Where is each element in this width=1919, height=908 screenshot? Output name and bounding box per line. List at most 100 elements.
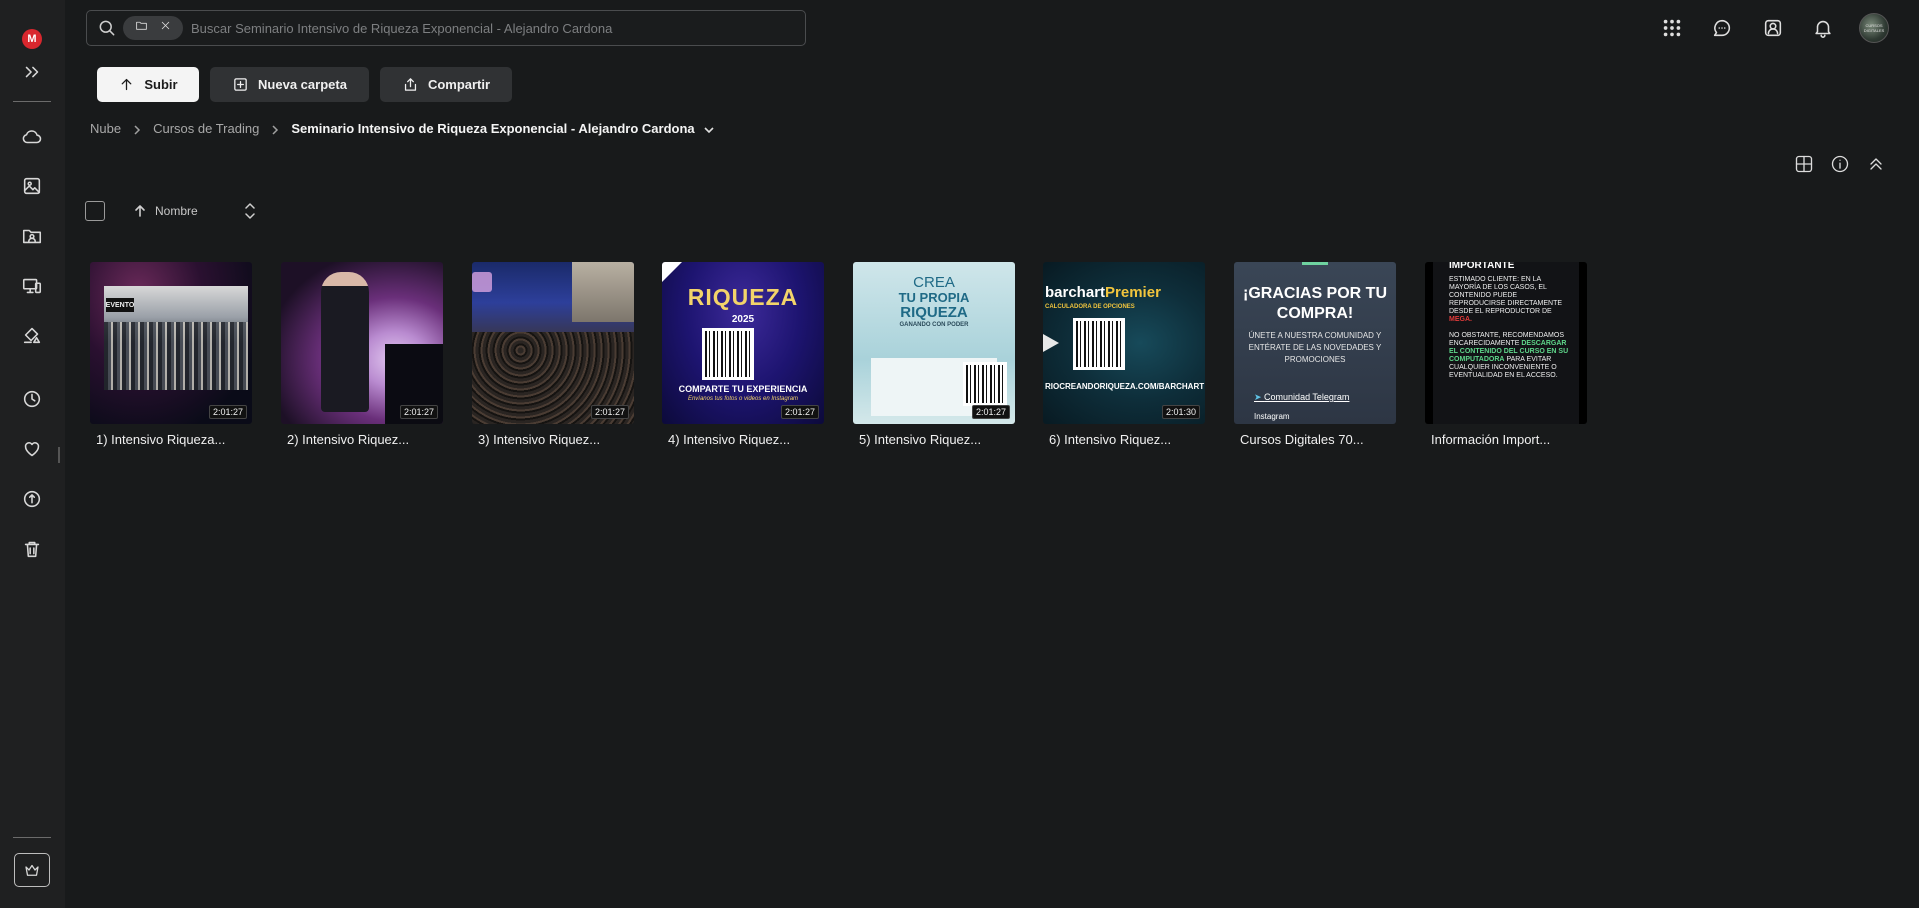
cloud-drive-icon[interactable] xyxy=(16,121,48,153)
thumbnail-line-4: GANANDO CON PODER xyxy=(899,322,969,328)
favourites-icon[interactable] xyxy=(16,433,48,465)
chat-icon[interactable] xyxy=(1707,13,1737,43)
new-folder-button[interactable]: Nueva carpeta xyxy=(210,67,369,102)
image-thumbnail: CREA TU PROPIA RIQUEZA GANANDO CON PODER… xyxy=(853,262,1015,424)
breadcrumb-item-cloud[interactable]: Nube xyxy=(90,121,121,136)
thumbnail-link-2: Instagram xyxy=(1254,412,1290,421)
chevron-down-icon[interactable] xyxy=(704,123,714,134)
sidebar-resize-handle[interactable] xyxy=(58,447,60,463)
collapse-icon[interactable] xyxy=(1865,153,1887,175)
file-card[interactable]: IMPORTANTE ESTIMADO CLIENTE: EN LA MAYOR… xyxy=(1425,262,1587,447)
file-name: 5) Intensivo Riquez... xyxy=(859,432,982,447)
qr-code xyxy=(1073,318,1125,370)
thumbnail-year: 2025 xyxy=(731,314,755,325)
qr-code xyxy=(963,362,1007,406)
file-name: Información Import... xyxy=(1431,432,1551,447)
search-scope-chip xyxy=(123,16,183,40)
breadcrumb-current-folder[interactable]: Seminario Intensivo de Riqueza Exponenci… xyxy=(291,121,694,136)
thumbnail-banner: EVENTO xyxy=(106,298,134,312)
breadcrumb-item-trading-courses[interactable]: Cursos de Trading xyxy=(153,121,259,136)
video-thumbnail: EVENTO 2:01:27 xyxy=(90,262,252,424)
file-card[interactable]: 2:01:27 2) Intensivo Riquez... xyxy=(281,262,443,447)
share-icon xyxy=(404,78,417,91)
sort-ascending-icon[interactable] xyxy=(133,204,147,218)
file-name: 1) Intensivo Riqueza... xyxy=(96,432,226,447)
grid-view-icon[interactable] xyxy=(1793,153,1815,175)
sidebar-divider xyxy=(13,101,51,102)
image-thumbnail: RIQUEZA 2025 COMPARTE TU EXPERIENCIA Env… xyxy=(662,262,824,424)
add-folder-icon xyxy=(234,78,247,91)
search-icon xyxy=(97,18,117,38)
shared-folders-icon[interactable] xyxy=(16,220,48,252)
apps-grid-icon[interactable] xyxy=(1657,13,1687,43)
sort-toggle-icon[interactable] xyxy=(243,201,257,221)
select-all-checkbox[interactable] xyxy=(85,201,105,221)
thumbnail-subtitle: CALCULADORA DE OPCIONES xyxy=(1045,304,1135,310)
rubbish-bin-icon[interactable] xyxy=(16,533,48,565)
share-button[interactable]: Compartir xyxy=(380,67,512,102)
upload-button[interactable]: Subir xyxy=(97,67,199,102)
duration-badge: 2:01:27 xyxy=(780,405,819,419)
duration-badge: 2:01:30 xyxy=(1161,405,1200,419)
sort-label[interactable]: Nombre xyxy=(155,204,198,218)
upgrade-crown-icon[interactable] xyxy=(14,853,50,887)
thumbnail-line-3: RIQUEZA xyxy=(900,304,968,321)
chevron-right-icon xyxy=(271,123,279,135)
new-folder-label: Nueva carpeta xyxy=(258,77,347,92)
thumbnail-heading: IMPORTANTE xyxy=(1449,262,1515,271)
contacts-icon[interactable] xyxy=(1758,13,1788,43)
duration-badge: 2:01:27 xyxy=(590,405,629,419)
thumbnail-footer: COMPARTE TU EXPERIENCIA xyxy=(678,384,808,394)
transfers-icon[interactable] xyxy=(16,319,48,351)
file-card[interactable]: RIQUEZA 2025 COMPARTE TU EXPERIENCIA Env… xyxy=(662,262,824,447)
image-thumbnail: IMPORTANTE ESTIMADO CLIENTE: EN LA MAYOR… xyxy=(1425,262,1587,424)
upload-arrow-icon xyxy=(121,78,132,91)
image-thumbnail: barchartPremier CALCULADORA DE OPCIONES … xyxy=(1043,262,1205,424)
avatar[interactable]: CURSOS DIGITALES xyxy=(1859,13,1889,43)
thumbnail-title: RIQUEZA xyxy=(687,284,799,310)
file-name: 6) Intensivo Riquez... xyxy=(1049,432,1172,447)
file-card[interactable]: ¡GRACIAS POR TU COMPRA! ÚNETE A NUESTRA … xyxy=(1234,262,1396,447)
info-icon[interactable] xyxy=(1829,153,1851,175)
duration-badge: 2:01:27 xyxy=(971,405,1010,419)
file-card[interactable]: CREA TU PROPIA RIQUEZA GANANDO CON PODER… xyxy=(853,262,1015,447)
thumbnail-link: Comunidad Telegram xyxy=(1264,392,1350,402)
file-name: Cursos Digitales 70... xyxy=(1240,432,1364,447)
photos-icon[interactable] xyxy=(16,170,48,202)
thumbnail-brand-suffix: Premier xyxy=(1105,284,1161,301)
search-input[interactable] xyxy=(191,20,805,36)
image-thumbnail: ¡GRACIAS POR TU COMPRA! ÚNETE A NUESTRA … xyxy=(1234,262,1396,424)
thumbnail-body: ÚNETE A NUESTRA COMUNIDAD Y ENTÉRATE DE … xyxy=(1248,331,1382,364)
backups-icon[interactable] xyxy=(16,483,48,515)
play-icon xyxy=(1043,334,1059,352)
expand-icon[interactable] xyxy=(16,56,48,88)
file-name: 3) Intensivo Riquez... xyxy=(478,432,601,447)
mega-logo[interactable]: M xyxy=(22,29,42,49)
recents-icon[interactable] xyxy=(16,383,48,415)
duration-badge: 2:01:27 xyxy=(208,405,247,419)
folder-icon xyxy=(135,19,148,37)
telegram-icon: ➤ xyxy=(1254,392,1265,402)
file-name: 4) Intensivo Riquez... xyxy=(668,432,791,447)
chevron-right-icon xyxy=(133,123,141,135)
video-thumbnail: 2:01:27 xyxy=(472,262,634,424)
file-card[interactable]: EVENTO 2:01:27 1) Intensivo Riqueza... xyxy=(90,262,252,447)
search-bar[interactable] xyxy=(86,10,806,46)
thumbnail-line-1: CREA xyxy=(913,274,955,291)
devices-icon[interactable] xyxy=(16,270,48,302)
sidebar: M xyxy=(0,0,65,908)
thumbnail-title: ¡GRACIAS POR TU COMPRA! xyxy=(1243,285,1387,322)
thumbnail-subtitle: Envíanos tus fotos o videos en Instagram xyxy=(687,396,799,402)
file-card[interactable]: barchartPremier CALCULADORA DE OPCIONES … xyxy=(1043,262,1205,447)
duration-badge: 2:01:27 xyxy=(399,405,438,419)
notifications-bell-icon[interactable] xyxy=(1808,13,1838,43)
qr-code xyxy=(702,328,754,380)
thumbnail-url: RIOCREANDORIQUEZA.COM/BARCHART xyxy=(1045,382,1205,391)
thumbnail-mega: MEGA. xyxy=(1449,316,1472,323)
thumbnail-line-2: TU PROPIA xyxy=(898,290,970,305)
breadcrumb: Nube Cursos de Trading Seminario Intensi… xyxy=(90,118,714,138)
file-card[interactable]: 2:01:27 3) Intensivo Riquez... xyxy=(472,262,634,447)
thumbnail-brand: barchart xyxy=(1045,284,1106,301)
file-name: 2) Intensivo Riquez... xyxy=(287,432,410,447)
close-icon[interactable] xyxy=(159,19,172,37)
